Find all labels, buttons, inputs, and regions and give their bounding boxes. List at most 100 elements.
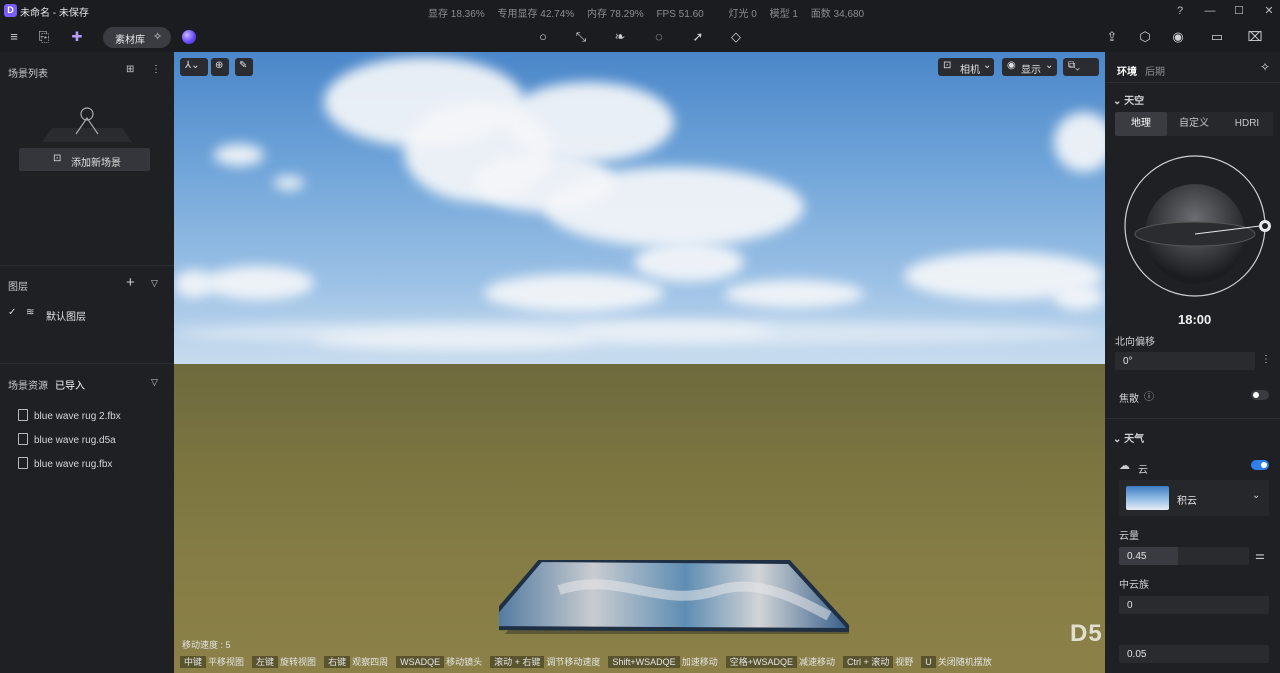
cloud-amount-slider[interactable]: 0.45 <box>1119 547 1249 565</box>
camera-button[interactable]: ⊡ 相机 ⌄ <box>938 58 994 76</box>
cloud-icon: ☁ <box>1119 460 1130 472</box>
app-logo: D <box>4 4 17 17</box>
file-item[interactable]: blue wave rug.fbx <box>18 457 112 470</box>
hint-action: 旋转视图 <box>280 657 317 667</box>
help-icon[interactable]: ⓘ <box>1144 388 1154 403</box>
inbox-icon[interactable]: ⌧ <box>1247 29 1263 45</box>
hint-action: 观察四周 <box>352 657 389 667</box>
add-scene-button-icon: ⊡ <box>53 153 62 164</box>
stat-vram: 显存 18.36% <box>428 9 485 20</box>
display-button[interactable]: ◉ 显示 ⌄ <box>1002 58 1057 76</box>
3d-viewport[interactable]: ⅄⌄ ⊕ ✎ ⊡ 相机 ⌄ ◉ 显示 ⌄ ⧉⌄ 移动速度 : 5 中键 平移视图左… <box>174 52 1105 673</box>
maximize-icon[interactable]: ☐ <box>1231 3 1247 19</box>
chevron-down-icon[interactable]: ▽ <box>151 377 158 388</box>
menu-icon[interactable]: ≡ <box>6 29 22 45</box>
cloud-thumbnail <box>1126 486 1169 510</box>
path-icon[interactable]: ⤡ <box>573 29 589 45</box>
more-icon[interactable]: ⋮ <box>151 64 161 75</box>
rug-model[interactable] <box>499 560 849 640</box>
asset-library-button[interactable]: 素材库 ✧ <box>103 27 171 48</box>
file-item[interactable]: blue wave rug 2.fbx <box>18 409 121 422</box>
display-label: 显示 <box>1021 65 1041 76</box>
sparkle-icon[interactable]: ✧ <box>1260 60 1270 74</box>
video-icon[interactable]: ▭ <box>1209 29 1225 45</box>
cloud-amount-label: 云量 <box>1119 531 1139 542</box>
camera-capture-icon[interactable]: ◉ <box>1170 29 1186 45</box>
chevron-down-icon[interactable]: ▽ <box>151 278 158 289</box>
light-icon[interactable]: ○ <box>535 29 551 45</box>
chevron-down-icon: ⌄ <box>1113 96 1125 107</box>
chevron-down-icon: ⌄ <box>1045 60 1054 71</box>
render-icon[interactable]: ⬡ <box>1137 29 1153 45</box>
transform-tool-button[interactable]: ⅄⌄ <box>180 58 208 76</box>
globe-icon: ⊕ <box>215 60 224 71</box>
default-layer[interactable]: 默认图层 <box>46 308 86 323</box>
chevron-down-icon: ⌄ <box>983 60 992 71</box>
add-scene-icon[interactable]: ⊞ <box>126 64 134 75</box>
sky-mode-geo[interactable]: 地理 <box>1115 112 1167 136</box>
mid-cloud-field[interactable]: 0 <box>1119 596 1269 614</box>
hint-action: 加速移动 <box>681 657 718 667</box>
transform-icon: ⅄⌄ <box>185 60 200 71</box>
file-icon <box>18 457 28 469</box>
hint-key: 中键 <box>180 656 207 668</box>
hint-key: 空格+WSADQE <box>725 656 797 668</box>
globe-button[interactable]: ⊕ <box>211 58 229 76</box>
sky-mode-hdri[interactable]: HDRI <box>1221 112 1273 136</box>
check-icon[interactable]: ✓ <box>8 307 16 318</box>
particle-icon[interactable]: ◌ <box>651 29 667 45</box>
view-mode-button[interactable]: ⧉⌄ <box>1063 58 1099 76</box>
eyedropper-button[interactable]: ✎ <box>235 58 253 76</box>
chevron-down-icon: ⌄ <box>1252 490 1261 501</box>
add-new-scene-button[interactable]: ⊡ 添加新场景 <box>19 148 150 171</box>
share-icon[interactable]: ⇪ <box>1104 29 1120 45</box>
terrain-icon[interactable]: ◇ <box>728 29 744 45</box>
scene-list-title: 场景列表 <box>8 69 48 80</box>
divider <box>1105 82 1280 83</box>
hint-key: 滚动 + 右键 <box>490 656 545 668</box>
stat-faces: 面数 34,680 <box>810 9 865 20</box>
assets-title: 场景资源 <box>8 381 48 392</box>
hint-action: 调节移动速度 <box>546 657 601 667</box>
eyedropper-icon: ✎ <box>239 60 248 71</box>
tab-post[interactable]: 后期 <box>1145 63 1165 78</box>
file-item[interactable]: blue wave rug.d5a <box>18 433 116 446</box>
select-icon[interactable]: ➚ <box>690 29 706 45</box>
hint-action: 视野 <box>895 657 914 667</box>
sky-section-title[interactable]: ⌄ 天空 <box>1113 92 1144 107</box>
main-toolbar: ≡ ⎘ ✚ 素材库 ✧ ○ ⤡ ❧ ◌ ➚ ◇ ⇪ ⬡ ◉ ▭ ⌧ <box>0 22 1280 52</box>
ai-icon[interactable]: ✚ <box>69 29 85 45</box>
hint-key: 左键 <box>252 656 279 668</box>
add-layer-icon[interactable]: + <box>126 274 135 291</box>
weather-title: 天气 <box>1124 434 1145 445</box>
sky-title: 天空 <box>1124 96 1145 107</box>
camera-label: 相机 <box>960 65 980 76</box>
cloud-toggle[interactable] <box>1251 460 1269 470</box>
hint-action: 减速移动 <box>798 657 835 667</box>
minimize-icon[interactable]: — <box>1202 3 1218 19</box>
vegetation-icon[interactable]: ❧ <box>612 29 628 45</box>
sky-mode-custom[interactable]: 自定义 <box>1167 112 1221 136</box>
layer-icon: ≋ <box>26 307 35 318</box>
cloud-amount-value: 0.45 <box>1127 551 1147 562</box>
sun-dial[interactable] <box>1122 154 1272 302</box>
high-cloud-field[interactable]: 0.05 <box>1119 645 1269 663</box>
window-title: 未命名 - 未保存 <box>20 8 89 19</box>
north-offset-field[interactable]: 0° <box>1115 352 1255 370</box>
adjust-icon[interactable]: ⚌ <box>1255 549 1265 562</box>
more-icon[interactable]: ⋮ <box>1261 354 1271 365</box>
weather-section-title[interactable]: ⌄ 天气 <box>1113 430 1144 445</box>
hint-key: WSADQE <box>396 656 445 668</box>
imported-tab[interactable]: 已导入 <box>55 377 85 392</box>
stat-models: 模型 1 <box>769 9 798 20</box>
close-icon[interactable]: ✕ <box>1261 3 1277 19</box>
caustics-toggle[interactable] <box>1251 390 1269 400</box>
tab-environment[interactable]: 环境 <box>1117 63 1137 78</box>
import-file-icon[interactable]: ⎘ <box>36 29 52 45</box>
cloud-type-select[interactable]: 积云 ⌄ <box>1119 480 1269 516</box>
right-panel: 环境 后期 ✧ ⌄ 天空 地理 自定义 HDRI 18:00 北向偏移 0° ⋮… <box>1105 52 1280 673</box>
mid-cloud-label: 中云族 <box>1119 580 1149 591</box>
orb-icon[interactable] <box>182 30 196 44</box>
help-icon[interactable]: ? <box>1172 3 1188 19</box>
hint-key: 右键 <box>324 656 351 668</box>
